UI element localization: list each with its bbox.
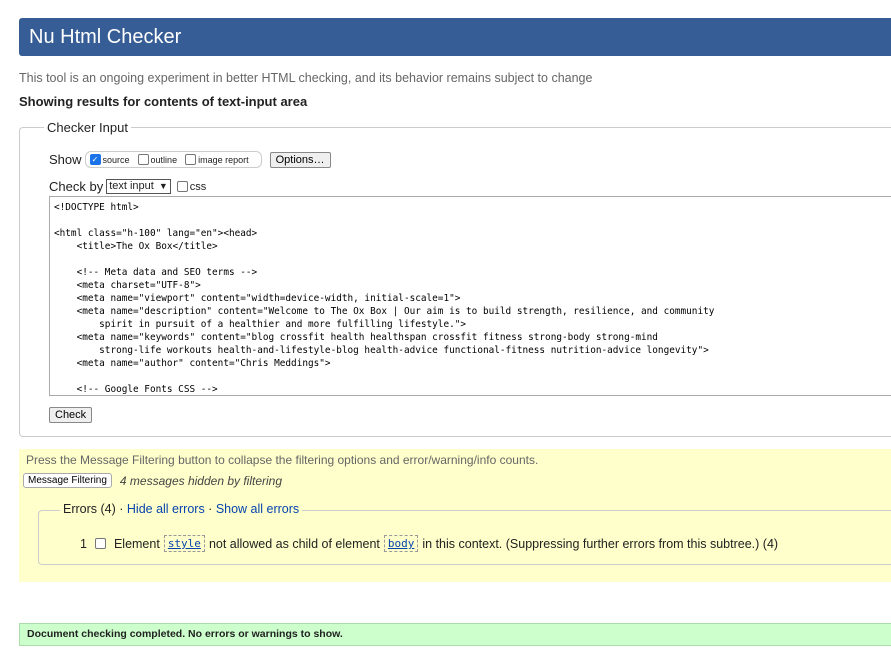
intro-text: This tool is an ongoing experiment in be… [19, 71, 593, 85]
error-text: in this context. (Suppressing further er… [422, 536, 779, 551]
check-by-value: text input [109, 180, 154, 192]
options-button[interactable]: Options… [269, 151, 331, 168]
source-label: source [102, 154, 130, 165]
show-image-report-checkbox[interactable]: image report [185, 154, 249, 165]
chevron-down-icon: ▼ [158, 181, 168, 191]
outline-label: outline [150, 154, 178, 165]
checkbox-icon[interactable] [137, 154, 149, 165]
message-filtering-button[interactable]: Message Filtering [23, 473, 112, 488]
show-label: Show [49, 152, 82, 167]
error-text: not allowed as child of element [208, 536, 380, 551]
show-row: Show ✓ source outline image report Option… [49, 151, 331, 168]
errors-count: Errors (4) [63, 502, 116, 516]
page-title: Nu Html Checker [29, 26, 182, 48]
check-button[interactable]: Check [49, 407, 93, 423]
show-outline-checkbox[interactable]: outline [137, 154, 178, 165]
check-by-row: Check by text input ▼ css [49, 179, 206, 194]
css-checkbox[interactable] [176, 181, 188, 192]
results-heading: Showing results for contents of text-inp… [19, 94, 308, 109]
element-code-body[interactable]: body [383, 535, 419, 552]
checker-input-legend: Checker Input [44, 120, 131, 135]
error-checkbox[interactable] [94, 538, 106, 549]
error-text: Element [113, 536, 160, 551]
errors-legend: Errors (4) · Hide all errors · Show all … [60, 502, 303, 516]
separator: · [204, 502, 216, 516]
image-report-label: image report [198, 154, 249, 165]
checkbox-icon[interactable] [185, 154, 197, 165]
show-all-errors-link[interactable]: Show all errors [216, 502, 299, 516]
show-source-checkbox[interactable]: ✓ source [89, 154, 130, 165]
css-label: css [189, 180, 207, 193]
error-number: 1 [80, 536, 87, 551]
hide-all-errors-link[interactable]: Hide all errors [127, 502, 205, 516]
header-bar: Nu Html Checker [19, 18, 891, 56]
source-textarea[interactable]: <!DOCTYPE html> <html class="h-100" lang… [49, 196, 891, 396]
check-by-select[interactable]: text input ▼ [106, 179, 171, 194]
element-code-style[interactable]: style [163, 535, 205, 552]
filtering-hint: Press the Message Filtering button to co… [26, 453, 539, 467]
error-message: 1 Element style not allowed as child of … [80, 535, 778, 552]
show-options: ✓ source outline image report [84, 151, 262, 168]
status-message: Document checking completed. No errors o… [19, 623, 891, 646]
check-by-label: Check by [49, 179, 104, 194]
filtering-row: Message Filtering 4 messages hidden by f… [23, 473, 282, 488]
checkbox-checked-icon[interactable]: ✓ [89, 154, 101, 165]
hidden-messages-count: 4 messages hidden by filtering [119, 473, 283, 488]
separator: · [115, 502, 127, 516]
